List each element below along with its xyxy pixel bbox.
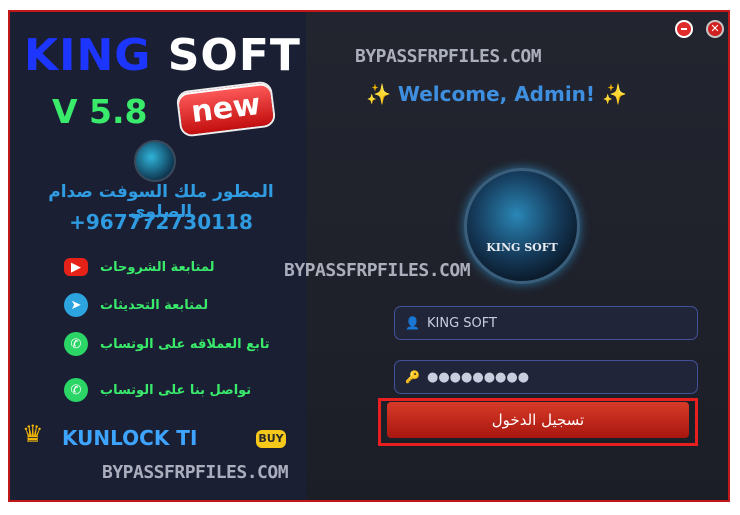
username-field[interactable]: 👤 <box>394 306 698 340</box>
link-tutorials[interactable]: ▶ لمتابعة الشروحات <box>64 258 214 276</box>
watermark-bottom: BYPASSFRPFILES.COM <box>102 462 289 483</box>
version-label: V 5.8 <box>52 92 148 131</box>
link-updates[interactable]: ➤ لمتابعة التحديثات <box>64 293 208 317</box>
link-label: لمتابعة التحديثات <box>100 297 209 313</box>
password-field[interactable]: 🔑 <box>394 360 698 394</box>
whatsapp-icon: ✆ <box>64 378 88 402</box>
youtube-icon: ▶ <box>64 258 88 276</box>
logo-text: KING SOFT <box>486 241 558 254</box>
link-whatsapp-contact[interactable]: ✆ تواصل بنا على الوتساب <box>64 378 251 402</box>
kunlock-ticker[interactable]: KUNLOCK TI <box>62 426 197 450</box>
watermark-middle: BYPASSFRPFILES.COM <box>284 260 471 281</box>
welcome-text: ✨ Welcome, Admin! ✨ <box>366 82 627 106</box>
info-panel: KING SOFT V 5.8 new المطور ملك السوفت صد… <box>10 12 306 500</box>
developer-avatar <box>134 140 176 182</box>
key-icon: 🔑 <box>405 370 420 384</box>
password-input[interactable] <box>425 368 689 386</box>
buy-badge[interactable]: BUY <box>256 430 286 448</box>
new-badge: new <box>177 82 275 136</box>
crown-icon: ♛ <box>22 420 44 448</box>
developer-phone: +967772730118 <box>69 210 253 234</box>
close-button[interactable]: ✕ <box>706 20 724 38</box>
whatsapp-icon: ✆ <box>64 332 88 356</box>
login-button[interactable]: تسجيل الدخول <box>387 402 689 438</box>
link-label: تابع العملاقه على الوتساب <box>100 336 270 352</box>
link-label: تواصل بنا على الوتساب <box>100 382 252 398</box>
link-whatsapp-channel[interactable]: ✆ تابع العملاقه على الوتساب <box>64 332 270 356</box>
minimize-button[interactable] <box>675 20 693 38</box>
user-icon: 👤 <box>405 316 420 330</box>
login-panel: ✕ ✨ Welcome, Admin! ✨ KING SOFT 👤 🔑 تسجي… <box>306 12 728 500</box>
dragon-logo: KING SOFT <box>464 168 580 284</box>
app-window: KING SOFT V 5.8 new المطور ملك السوفت صد… <box>8 10 730 502</box>
telegram-icon: ➤ <box>64 293 88 317</box>
brand-title: KING SOFT <box>24 30 301 81</box>
brand-soft: SOFT <box>151 30 301 81</box>
link-label: لمتابعة الشروحات <box>100 259 215 275</box>
brand-king: KING <box>24 30 152 81</box>
username-input[interactable] <box>425 314 689 332</box>
watermark-top: BYPASSFRPFILES.COM <box>355 46 542 67</box>
